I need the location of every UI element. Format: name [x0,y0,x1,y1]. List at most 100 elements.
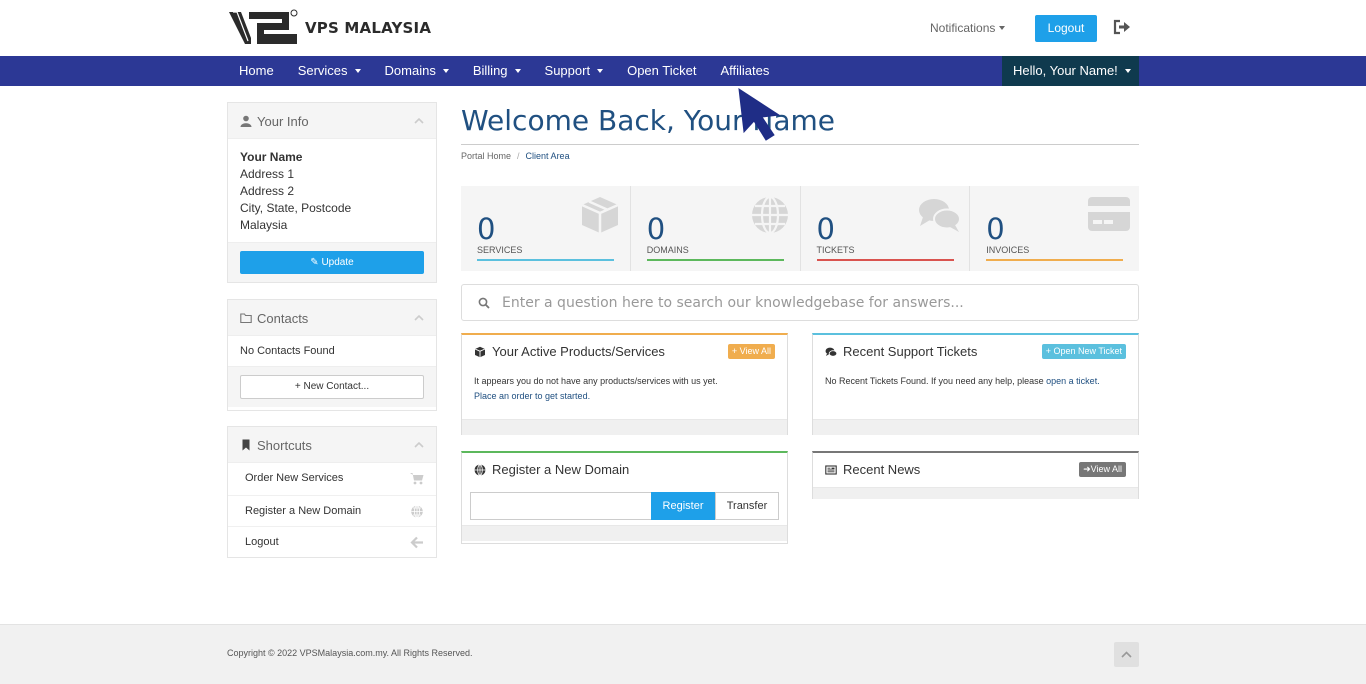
recent-news-title: Recent News [843,462,921,477]
chevron-up-icon[interactable] [414,314,424,321]
shortcuts-header[interactable]: Shortcuts [228,427,436,463]
no-products-text: It appears you do not have any products/… [474,376,718,386]
shortcut-label: Logout [245,536,279,548]
site-footer: Copyright © 2022 VPSMalaysia.com.my. All… [0,624,1366,684]
globe-icon [411,504,423,518]
stat-underline [816,259,954,261]
transfer-domain-button[interactable]: Transfer [715,492,779,520]
stat-value: 0 [816,212,835,246]
caret-down-icon [514,69,521,73]
register-domain-button[interactable]: Register [651,492,715,520]
credit-card-icon [1088,197,1130,231]
recent-news-card: Recent News ➜View All [812,451,1139,499]
contacts-header[interactable]: Contacts [228,300,436,336]
your-info-header[interactable]: Your Info [228,103,436,139]
stat-services-tile[interactable]: 0 SERVICES [461,186,631,271]
nav-support[interactable]: Support [533,56,616,86]
nav-item-label: Affiliates [720,63,770,78]
open-new-ticket-button[interactable]: + Open New Ticket [1041,344,1126,359]
nav-services[interactable]: Services [286,56,373,86]
sign-out-icon[interactable] [1113,19,1131,35]
nav-domains[interactable]: Domains [373,56,461,86]
stats-tiles: 0 SERVICES 0 DOMAINS 0 TICKETS 0 INVOICE… [461,186,1139,271]
your-info-footer: ✎ Update [228,242,436,282]
shortcut-label: Order New Services [245,472,344,484]
chevron-up-icon[interactable] [414,117,424,124]
card-footer [462,525,787,541]
address-line: City, State, Postcode [240,201,352,215]
register-domain-title: Register a New Domain [492,462,630,477]
card-footer [813,487,1138,499]
view-all-products-button[interactable]: + View All [727,344,775,359]
domain-search-form: Register Transfer [462,487,787,525]
nav-item-label: Domains [384,63,436,78]
stat-underline [477,259,614,261]
breadcrumb-separator: / [517,151,520,161]
nav-item-label: Support [544,63,591,78]
comments-icon [919,199,962,232]
stat-label: INVOICES [986,245,1030,255]
notifications-label: Notifications [930,21,996,35]
shortcut-label: Register a New Domain [245,504,362,517]
recent-tickets-card: Recent Support Tickets + Open New Ticket… [812,333,1139,435]
site-header: VPS MALAYSIA Notifications Logout [0,0,1366,56]
active-products-card: Your Active Products/Services + View All… [461,333,788,435]
chevron-up-icon[interactable] [414,441,424,448]
address-line: Address 1 [240,167,295,181]
brand-logo[interactable]: VPS MALAYSIA [227,8,431,48]
active-products-header: Your Active Products/Services + View All [462,335,787,369]
breadcrumb-home-link[interactable]: Portal Home [461,151,511,161]
stat-tickets-tile[interactable]: 0 TICKETS [801,186,971,271]
your-info-body: Your Name Address 1 Address 2 City, Stat… [228,139,436,242]
user-greeting: Hello, Your Name! [1013,63,1118,78]
recent-tickets-title: Recent Support Tickets [843,344,978,359]
place-order-link[interactable]: Place an order to get started. [474,391,590,401]
stat-value: 0 [646,212,666,246]
contacts-panel: Contacts No Contacts Found + New Contact… [227,299,437,411]
open-ticket-link[interactable]: open a ticket. [1046,376,1100,386]
arrow-left-icon [410,536,423,549]
domain-name-input[interactable] [470,492,652,520]
nav-affiliates[interactable]: Affiliates [708,56,781,86]
shortcuts-list: Order New Services Register a New Domain… [228,463,436,558]
logout-button[interactable]: Logout [1035,15,1097,42]
shortcuts-panel: Shortcuts Order New Services Register a … [227,426,437,558]
user-menu-dropdown[interactable]: Hello, Your Name! [1002,56,1139,86]
no-tickets-text: No Recent Tickets Found. If you need any… [825,376,1044,386]
shortcut-logout[interactable]: Logout [228,526,436,558]
nav-home[interactable]: Home [227,56,286,86]
main-navbar: Home Services Domains Billing Support Open Ti… [0,56,1366,86]
newspaper-icon [825,465,837,475]
stat-label: TICKETS [816,245,855,255]
back-to-top-button[interactable] [1114,642,1139,667]
stat-invoices-tile[interactable]: 0 INVOICES [970,186,1139,271]
nav-menu: Home Services Domains Billing Support Open Ti… [227,56,781,86]
nav-item-label: Home [239,63,274,78]
open-new-ticket-label: Open New Ticket [1053,346,1122,356]
shortcut-register-domain[interactable]: Register a New Domain [228,494,436,527]
knowledgebase-search-input[interactable] [502,291,1122,315]
new-contact-button[interactable]: + New Contact... [240,375,424,399]
globe-icon [474,464,486,476]
search-icon [478,297,490,309]
contacts-footer: + New Contact... [228,366,436,407]
nav-item-label: Open Ticket [627,63,697,78]
title-divider [461,144,1139,145]
nav-item-label: Services [297,63,348,78]
update-button[interactable]: ✎ Update [240,251,424,274]
notifications-dropdown[interactable]: Notifications [930,21,1006,35]
nav-billing[interactable]: Billing [461,56,533,86]
active-products-title: Your Active Products/Services [492,344,665,359]
view-all-news-button[interactable]: ➜View All [1079,462,1126,477]
user-icon [240,115,252,127]
breadcrumb: Portal Home / Client Area [461,151,570,161]
active-products-body: It appears you do not have any products/… [462,369,787,419]
globe-icon [751,195,788,235]
plus-icon: + [731,346,740,356]
chevron-up-icon [1121,651,1132,658]
shortcut-order-new-services[interactable]: Order New Services [228,463,436,495]
nav-open-ticket[interactable]: Open Ticket [615,56,708,86]
contacts-empty-text: No Contacts Found [240,345,335,357]
card-footer [813,419,1138,435]
stat-domains-tile[interactable]: 0 DOMAINS [631,186,801,271]
